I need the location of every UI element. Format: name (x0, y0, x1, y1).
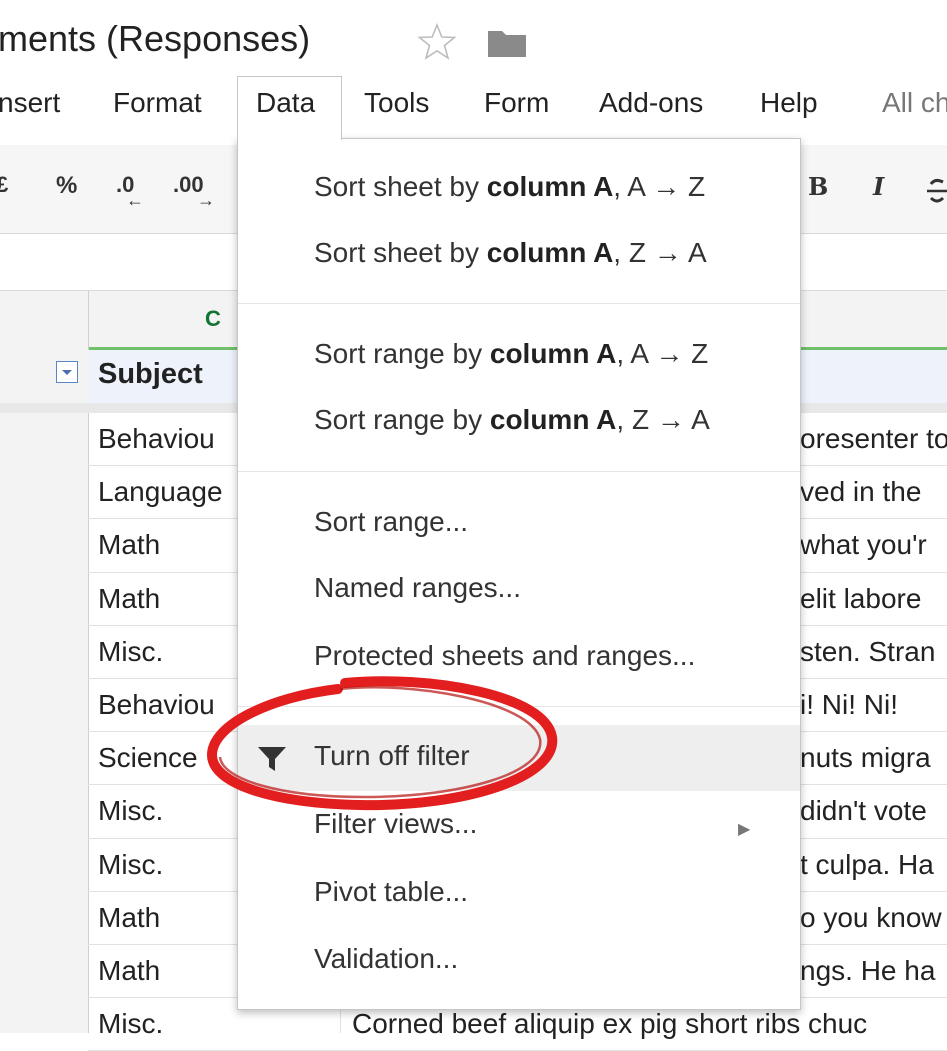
subject-cell[interactable]: Misc. (98, 1008, 163, 1040)
subject-cell[interactable]: Math (98, 529, 160, 561)
submenu-arrow-icon: ▶ (738, 821, 751, 838)
menu-separator (238, 303, 800, 304)
menu-sort-range-az-prefix: Sort range by (314, 338, 490, 369)
italic-button[interactable]: I (873, 172, 884, 201)
menu-insert[interactable]: nsert (0, 87, 60, 119)
document-title[interactable]: ments (Responses) (0, 18, 310, 60)
menu-sort-sheet-za-prefix: Sort sheet by (314, 237, 487, 268)
response-cell[interactable]: elit labore (800, 583, 921, 615)
subject-cell[interactable]: Math (98, 583, 160, 615)
menu-separator (238, 471, 800, 472)
menu-sort-range-za-column: column A (489, 404, 617, 435)
menu-sort-range-az[interactable]: Sort range by column A, A → Z (314, 338, 708, 370)
save-status[interactable]: All ch (882, 87, 947, 119)
subject-cell[interactable]: Behaviou (98, 689, 215, 721)
response-cell[interactable]: oresenter to (800, 423, 947, 455)
folder-icon[interactable] (486, 27, 528, 59)
annotation-ellipse (206, 676, 558, 811)
increase-decimals-button[interactable]: .00 → (173, 172, 215, 210)
data-menu-dropdown: Sort sheet by column A, A → Z Sort sheet… (237, 138, 801, 1010)
menu-sort-sheet-az-prefix: Sort sheet by (314, 171, 487, 202)
star-outline-icon[interactable] (417, 22, 457, 62)
subject-cell[interactable]: Misc. (98, 795, 163, 827)
menu-form[interactable]: Form (484, 87, 549, 119)
response-cell[interactable]: ngs. He ha (800, 955, 935, 987)
arrow-left-icon: ← (126, 190, 144, 210)
menu-sort-sheet-az[interactable]: Sort sheet by column A, A → Z (314, 171, 705, 203)
menu-tools[interactable]: Tools (364, 87, 429, 119)
response-cell[interactable]: nuts migra (800, 742, 931, 774)
subject-column-header[interactable]: Subject (98, 358, 203, 391)
subject-cell[interactable]: Language (98, 476, 223, 508)
response-cell[interactable]: Corned beef aliquip ex pig short ribs ch… (352, 1008, 867, 1040)
menu-sort-range-za-prefix: Sort range by (314, 404, 490, 435)
subject-cell[interactable]: Math (98, 955, 160, 987)
menu-data[interactable]: Data (237, 76, 342, 140)
menu-sort-range-az-column: column A (489, 338, 617, 369)
column-c-header[interactable]: C (205, 306, 221, 332)
menu-sort-sheet-az-suffix: , A → Z (613, 171, 706, 202)
bold-button[interactable]: B (808, 172, 828, 201)
menu-sort-sheet-za-suffix: , Z → A (613, 237, 707, 268)
row-number-gutter (0, 347, 89, 1033)
menu-named-ranges[interactable]: Named ranges... (314, 572, 521, 604)
subject-cell[interactable]: Science (98, 742, 198, 774)
subject-cell[interactable]: Behaviou (98, 423, 215, 455)
menu-sort-sheet-za[interactable]: Sort sheet by column A, Z → A (314, 237, 707, 269)
filter-dropdown-button[interactable] (56, 361, 78, 383)
menu-pivot-table[interactable]: Pivot table... (314, 876, 468, 908)
percent-button[interactable]: % (56, 172, 77, 200)
menu-sort-range-az-suffix: , A → Z (616, 338, 709, 369)
menu-validation[interactable]: Validation... (314, 943, 458, 975)
arrow-right-icon: → (197, 190, 215, 210)
menu-format[interactable]: Format (113, 87, 202, 119)
response-cell[interactable]: ved in the (800, 476, 921, 508)
menu-sort-range-za[interactable]: Sort range by column A, Z → A (314, 404, 710, 436)
response-cell[interactable]: didn't vote (800, 795, 927, 827)
menu-data-label: Data (256, 87, 316, 118)
subject-cell[interactable]: Math (98, 902, 160, 934)
response-cell[interactable]: t culpa. Ha (800, 849, 934, 881)
menu-addons[interactable]: Add-ons (599, 87, 703, 119)
decrease-decimals-button[interactable]: .0 ← (116, 172, 144, 210)
menu-sort-sheet-az-column: column A (486, 171, 614, 202)
subject-cell[interactable]: Misc. (98, 636, 163, 668)
response-cell[interactable]: what you'r (800, 529, 927, 561)
menu-help[interactable]: Help (760, 87, 818, 119)
response-cell[interactable]: sten. Stran (800, 636, 935, 668)
response-cell[interactable]: i! Ni! Ni! (800, 689, 898, 721)
menu-sort-sheet-za-column: column A (486, 237, 614, 268)
menu-protected-sheets[interactable]: Protected sheets and ranges... (314, 640, 695, 672)
chevron-down-icon (62, 370, 72, 375)
subject-cell[interactable]: Misc. (98, 849, 163, 881)
strikethrough-icon[interactable] (927, 176, 947, 206)
currency-button[interactable]: £ (0, 172, 8, 198)
menu-sort-range-za-suffix: , Z → A (616, 404, 710, 435)
response-cell[interactable]: o you know (800, 902, 942, 934)
menu-sort-range[interactable]: Sort range... (314, 506, 468, 538)
